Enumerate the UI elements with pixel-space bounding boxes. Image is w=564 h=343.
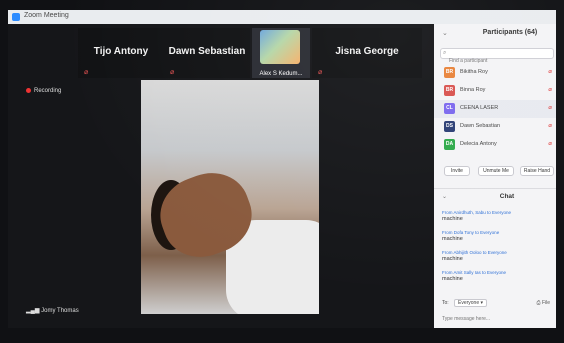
file-button[interactable]: ⎙ File — [537, 300, 550, 306]
mic-muted-icon: ⌀ — [548, 105, 552, 111]
video-tile[interactable]: Tijo Antony ⌀ — [78, 28, 164, 78]
message-sender[interactable]: From Dofa Tony to Everyone — [442, 230, 552, 235]
speaker-name-label: ▂▄▆ Jomy Thomas — [26, 307, 79, 314]
chat-recipient-row: To: Everyone ▾ ⎙ File — [442, 299, 552, 309]
message-text: machine — [442, 256, 463, 262]
to-label: To: — [442, 300, 449, 306]
recording-label: Recording — [34, 88, 62, 95]
participant-actions: Invite Unmute Me Raise Hand — [440, 166, 554, 178]
recipient-value: Everyone — [458, 300, 480, 306]
participant-name: Dawn Sebastian — [460, 123, 501, 129]
participant-list: BR Bikitha Roy ⌀ BR Binna Roy ⌀ CL CEENA… — [434, 64, 556, 154]
participant-item[interactable]: BR Bikitha Roy ⌀ — [434, 64, 556, 82]
avatar: CL — [444, 103, 455, 114]
profile-picture — [260, 30, 300, 64]
message-sender[interactable]: From Abhijith Ooloo to Everyone — [442, 250, 552, 255]
zoom-window: Zoom Meeting Tijo Antony ⌀ Dawn Sebastia… — [8, 10, 556, 328]
recipient-select[interactable]: Everyone ▾ — [454, 299, 488, 307]
raise-hand-button[interactable]: Raise Hand — [520, 166, 554, 176]
unmute-me-button[interactable]: Unmute Me — [478, 166, 514, 176]
zoom-app-icon — [12, 13, 20, 21]
chat-title: Chat — [499, 193, 515, 200]
mic-muted-icon: ⌀ — [318, 69, 323, 76]
message-text: machine — [442, 276, 463, 282]
chat-message: From Anirdhuth, Sabu to Everyone machine — [442, 210, 552, 230]
video-tile[interactable]: Dawn Sebastian ⌀ — [164, 28, 250, 78]
chat-messages: From Anirdhuth, Sabu to Everyone machine… — [442, 210, 552, 290]
participant-name: CEENA LASER — [460, 105, 499, 111]
message-text: machine — [442, 216, 463, 222]
chat-message: From Dofa Tony to Everyone machine — [442, 230, 552, 250]
chat-message: From Amit Sally Ias to Everyone machine — [442, 270, 552, 290]
participant-name: Binna Roy — [460, 87, 486, 93]
participant-item[interactable]: CL CEENA LASER ⌀ — [434, 100, 556, 118]
chat-message: From Abhijith Ooloo to Everyone machine — [442, 250, 552, 270]
mic-muted-icon: ⌀ — [84, 69, 89, 76]
speaker-name: Jomy Thomas — [41, 308, 79, 314]
mic-muted-icon: ⌀ — [548, 141, 552, 147]
participants-title: Participants (64) — [482, 29, 538, 36]
avatar: BR — [444, 85, 455, 96]
meeting-area: Tijo Antony ⌀ Dawn Sebastian ⌀ Alex S Ke… — [8, 24, 467, 328]
participant-search[interactable]: ⌕ — [440, 48, 554, 66]
signal-bars-icon: ▂▄▆ — [26, 308, 40, 314]
participants-header: ⌄ Participants (64) — [434, 28, 556, 42]
video-tile[interactable]: Jisna George ⌀ — [312, 28, 422, 78]
chat-header: ⌄ Chat — [434, 188, 556, 200]
message-sender[interactable]: From Anirdhuth, Sabu to Everyone — [442, 210, 552, 215]
participant-item[interactable]: DA Delecia Antony ⌀ — [434, 136, 556, 154]
side-panel: ⌄ Participants (64) ⌕ BR Bikitha Roy ⌀ B… — [434, 24, 556, 328]
tile-name: Dawn Sebastian — [168, 46, 246, 57]
active-speaker-video[interactable] — [141, 80, 319, 314]
mic-muted-icon: ⌀ — [548, 123, 552, 129]
tile-name: Jisna George — [335, 46, 399, 57]
mic-muted-icon: ⌀ — [548, 69, 552, 75]
mic-muted-icon: ⌀ — [548, 87, 552, 93]
tile-name: Tijo Antony — [93, 46, 149, 57]
record-dot-icon — [26, 88, 31, 93]
search-icon: ⌕ — [443, 50, 447, 56]
file-icon: ⎙ — [536, 300, 541, 306]
window-title: Zoom Meeting — [24, 12, 69, 19]
participant-name: Delecia Antony — [460, 141, 497, 147]
avatar: DS — [444, 121, 455, 132]
avatar: BR — [444, 67, 455, 78]
chat-message-input[interactable] — [442, 314, 552, 324]
participant-item[interactable]: DS Dawn Sebastian ⌀ — [434, 118, 556, 136]
message-sender[interactable]: From Amit Sally Ias to Everyone — [442, 270, 552, 275]
title-bar: Zoom Meeting — [8, 10, 556, 24]
tile-name: Alex S Kedum... — [259, 71, 303, 77]
invite-button[interactable]: Invite — [444, 166, 470, 176]
mic-muted-icon: ⌀ — [170, 69, 175, 76]
avatar: DA — [444, 139, 455, 150]
participant-strip: Tijo Antony ⌀ Dawn Sebastian ⌀ Alex S Ke… — [78, 28, 467, 80]
file-label: File — [541, 300, 550, 306]
participant-name: Bikitha Roy — [460, 69, 488, 75]
recording-indicator: Recording — [26, 88, 61, 94]
message-text: machine — [442, 236, 463, 242]
participant-item[interactable]: BR Binna Roy ⌀ — [434, 82, 556, 100]
video-tile[interactable]: Alex S Kedum... — [252, 28, 310, 78]
